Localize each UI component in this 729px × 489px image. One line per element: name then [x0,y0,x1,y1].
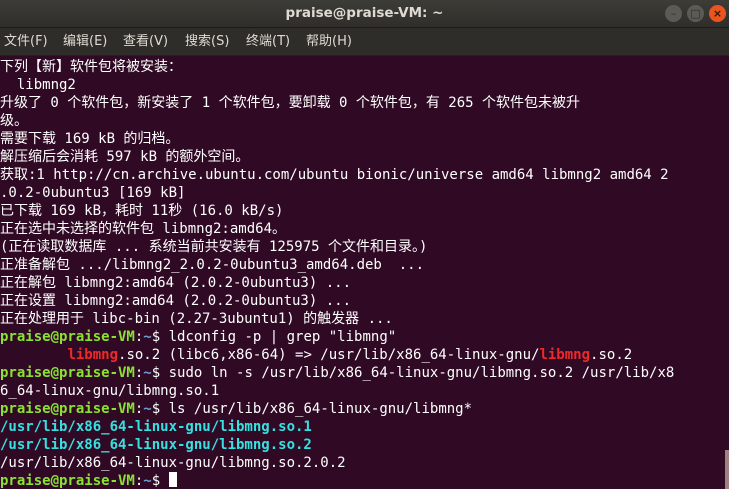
command-text [160,473,168,489]
prompt-user: praise@praise-VM [0,473,135,489]
command-line[interactable]: praise@praise-VM:~$ [0,472,177,489]
output-line: libmng2 [0,77,76,93]
prompt-user: praise@praise-VM [0,401,135,417]
output-line: 已下载 169 kB，耗时 11秒 (16.0 kB/s) [0,203,284,219]
scrollbar[interactable] [725,450,729,489]
minimize-button[interactable]: – [665,5,682,22]
menu-edit[interactable]: 编辑(E) [63,28,107,55]
output-line: (正在读取数据库 ... 系统当前共安装有 125975 个文件和目录。) [0,239,428,255]
command-text: sudo ln -s /usr/lib/x86_64-linux-gnu/lib… [160,365,675,381]
output-line: 需要下载 169 kB 的归档。 [0,131,180,147]
prompt-symbol: $ [151,329,161,345]
output-line: 正在设置 libmng2:amd64 (2.0.2-0ubuntu3) ... [0,293,352,309]
output-text: .so.2 (libc6,x86-64) => /usr/lib/x86_64-… [118,347,540,363]
command-text: ls /usr/lib/x86_64-linux-gnu/libmng* [160,401,473,417]
prompt-symbol: $ [151,365,161,381]
terminal-window: praise@praise-VM: ~ – □ × 文件(F) 编辑(E) 查看… [0,0,729,489]
prompt-user: praise@praise-VM [0,365,135,381]
output-line: 正在处理用于 libc-bin (2.27-3ubuntu1) 的触发器 ... [0,311,393,327]
text-cursor [168,472,177,487]
file-entry: /usr/lib/x86_64-linux-gnu/libmng.so.2.0.… [0,455,346,471]
grep-match: libmng [539,347,591,363]
prompt-path: ~ [143,365,152,381]
command-line: praise@praise-VM:~$ ldconfig -p | grep "… [0,329,397,345]
menu-bar: 文件(F) 编辑(E) 查看(V) 搜索(S) 终端(T) 帮助(H) [0,28,729,56]
output-line: .0.2-0ubuntu3 [169 kB] [0,185,186,201]
output-line: libmng.so.2 (libc6,x86-64) => /usr/lib/x… [0,346,632,364]
output-line: 正在解包 libmng2:amd64 (2.0.2-0ubuntu3) ... [0,275,352,291]
menu-view[interactable]: 查看(V) [123,28,168,55]
prompt-symbol: $ [151,473,161,489]
title-bar[interactable]: praise@praise-VM: ~ – □ × [0,0,729,28]
symlink-entry: /usr/lib/x86_64-linux-gnu/libmng.so.1 [0,419,312,435]
menu-file[interactable]: 文件(F) [4,28,48,55]
grep-match: libmng [67,347,119,363]
command-text: ldconfig -p | grep "libmng" [160,329,397,345]
output-line: 正准备解包 .../libmng2_2.0.2-0ubuntu3_amd64.d… [0,257,425,273]
command-line: praise@praise-VM:~$ ls /usr/lib/x86_64-l… [0,401,473,417]
close-button[interactable]: × [709,5,726,22]
output-line: 级。 [0,113,28,129]
menu-search[interactable]: 搜索(S) [185,28,229,55]
maximize-button[interactable]: □ [687,5,704,22]
output-line: 正在选中未选择的软件包 libmng2:amd64。 [0,221,287,237]
output-text: .so.2 [590,347,633,363]
prompt-path: ~ [143,329,152,345]
command-line: praise@praise-VM:~$ sudo ln -s /usr/lib/… [0,365,675,381]
output-line: 下列【新】软件包将被安装： [0,59,182,75]
prompt-path: ~ [143,473,152,489]
menu-terminal[interactable]: 终端(T) [246,28,290,55]
symlink-entry: /usr/lib/x86_64-linux-gnu/libmng.so.2 [0,437,312,453]
output-line: 获取:1 http://cn.archive.ubuntu.com/ubuntu… [0,167,669,183]
terminal-output[interactable]: 下列【新】软件包将被安装： libmng2 升级了 0 个软件包，新安装了 1 … [0,56,729,489]
prompt-path: ~ [143,401,152,417]
prompt-user: praise@praise-VM [0,329,135,345]
window-title: praise@praise-VM: ~ [285,5,444,21]
menu-help[interactable]: 帮助(H) [306,28,352,55]
output-line: 解压缩后会消耗 597 kB 的额外空间。 [0,149,250,165]
output-line: 6_64-linux-gnu/libmng.so.1 [0,383,220,399]
prompt-symbol: $ [151,401,161,417]
output-line: 升级了 0 个软件包，新安装了 1 个软件包，要卸载 0 个软件包，有 265 … [0,95,580,111]
